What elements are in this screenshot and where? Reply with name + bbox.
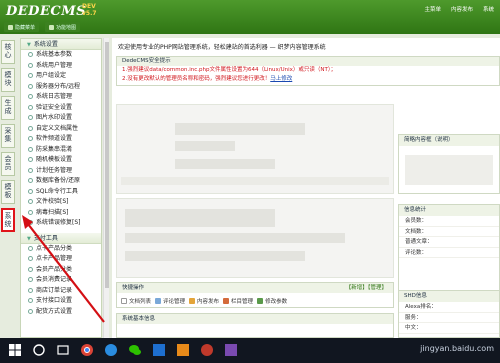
summary-box: 简略内容框（说明） bbox=[398, 134, 500, 194]
app-icon-blue[interactable] bbox=[152, 343, 166, 357]
publish-icon bbox=[189, 298, 196, 304]
seo-chinese: 中文： bbox=[399, 323, 499, 334]
document-icon bbox=[121, 298, 127, 304]
seo-alexa: Alexa排名： bbox=[399, 302, 499, 313]
task-view-icon[interactable] bbox=[56, 343, 70, 357]
app-icon-red[interactable] bbox=[200, 343, 214, 357]
folder-icon bbox=[223, 298, 230, 304]
quick-category-manage[interactable]: 栏目管理 bbox=[223, 297, 253, 305]
alert-line-2: 2.没有更改默认的管理员名称和密码，强烈建议您进行更改！马上修改 bbox=[122, 76, 293, 82]
stat-members: 会员数： bbox=[399, 216, 499, 227]
quick-content-publish[interactable]: 内容发布 bbox=[189, 297, 219, 305]
app-icon-orange[interactable] bbox=[176, 343, 190, 357]
quick-actions-box: 快捷操作 【新增】【管理】 文档列表 评论管理 内容发布 栏目管理 修改参数 bbox=[116, 282, 394, 308]
comment-icon bbox=[155, 298, 162, 304]
seo-title: SHD信息 bbox=[399, 291, 499, 302]
alert-title: DedeCMS安全提示 bbox=[117, 57, 499, 66]
summary-title: 简略内容框（说明） bbox=[399, 135, 499, 146]
blurred-panel-1 bbox=[116, 104, 394, 194]
settings-icon bbox=[257, 298, 264, 304]
system-info-box: 系统基本信息 bbox=[116, 313, 394, 338]
quick-document-list[interactable]: 文档列表 bbox=[121, 297, 151, 305]
seo-box: SHD信息 Alexa排名： 服务： 中文： bbox=[398, 290, 500, 338]
quick-modify-params[interactable]: 修改参数 bbox=[257, 297, 287, 305]
alert-line-1: 1.强烈建议data/common.inc.php文件属性设置为644（Linu… bbox=[122, 67, 337, 73]
stat-documents: 文档数： bbox=[399, 227, 499, 237]
windows-start-icon[interactable] bbox=[8, 343, 22, 357]
main-content: 欢迎使用专业的PHP网站管理系统，轻松建站的首选利器 — 织梦内容管理系统 De… bbox=[112, 38, 500, 338]
seo-service: 服务： bbox=[399, 313, 499, 323]
stat-articles: 普通文章： bbox=[399, 237, 499, 248]
quick-actions-title: 快捷操作 【新增】【管理】 bbox=[117, 283, 393, 293]
stat-comments: 评论数： bbox=[399, 248, 499, 258]
welcome-text: 欢迎使用专业的PHP网站管理系统，轻松建站的首选利器 — 织梦内容管理系统 bbox=[118, 44, 326, 51]
system-info-title: 系统基本信息 bbox=[117, 314, 393, 324]
quick-add-manage-link[interactable]: 【新增】【管理】 bbox=[346, 283, 387, 293]
search-icon[interactable] bbox=[32, 343, 46, 357]
app-icon-purple[interactable] bbox=[224, 343, 238, 357]
browser-icon[interactable] bbox=[104, 343, 118, 357]
blurred-panel-2 bbox=[116, 198, 394, 278]
stats-box: 信息统计 会员数： 文档数： 普通文章： 评论数： bbox=[398, 204, 500, 304]
watermark-text: jingyan.baidu.com bbox=[420, 344, 494, 353]
quick-comment-manage[interactable]: 评论管理 bbox=[155, 297, 185, 305]
change-password-link[interactable]: 马上修改 bbox=[270, 76, 292, 82]
security-alert-box: DedeCMS安全提示 1.强烈建议data/common.inc.php文件属… bbox=[116, 56, 500, 86]
wechat-icon[interactable] bbox=[128, 343, 142, 357]
stats-title: 信息统计 bbox=[399, 205, 499, 216]
chrome-icon[interactable] bbox=[80, 343, 94, 357]
